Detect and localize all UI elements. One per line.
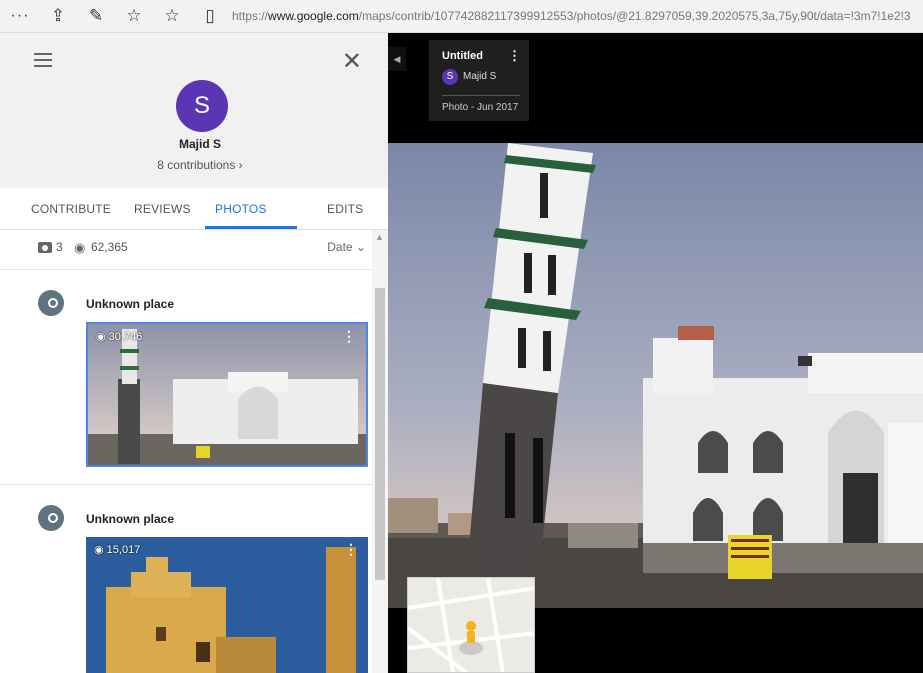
url-prefix: https:// — [232, 9, 269, 23]
scroll-thumb[interactable] — [375, 288, 385, 580]
map-graphic — [408, 578, 534, 672]
collapse-panel-button[interactable]: ◀ — [388, 47, 406, 71]
user-name: Majid S — [178, 137, 221, 151]
tab-edits[interactable]: EDITS — [327, 202, 363, 216]
mosque-photo-thumb — [88, 324, 366, 465]
profile-header: ✕ S Majid S 8 contributions › — [0, 33, 388, 188]
favorites-list-icon[interactable]: ☆ — [122, 6, 146, 26]
scroll-up-icon[interactable]: ▲ — [375, 232, 384, 242]
camera-icon — [38, 242, 52, 253]
more-vert-icon[interactable]: ⋮ — [342, 328, 356, 345]
more-vert-icon[interactable]: ⋮ — [508, 48, 521, 64]
pen-icon[interactable]: ✎ — [84, 6, 108, 26]
total-views: 62,365 — [91, 240, 128, 254]
author-name[interactable]: Majid S — [463, 71, 496, 82]
tab-contribute[interactable]: CONTRIBUTE — [31, 202, 111, 216]
list-item: Unknown place ◉ 15,017 ⋮ — [0, 485, 372, 673]
reading-view-icon[interactable]: ▯ — [198, 6, 222, 26]
photo-stats: 3 ◉ 62,365 Date ⌄ — [0, 230, 372, 270]
browser-toolbar: ··· ⇪ ✎ ☆ ☆ ▯ https://www.google.com/map… — [0, 0, 923, 33]
sort-dropdown[interactable]: Date ⌄ — [327, 240, 366, 254]
tab-bar: CONTRIBUTE REVIEWS PHOTOS EDITS — [0, 188, 388, 230]
photo-date: Photo - Jun 2017 — [442, 102, 519, 113]
building-photo-thumb — [86, 537, 368, 673]
place-pin-icon — [38, 505, 64, 531]
more-vert-icon[interactable]: ⋮ — [344, 541, 358, 558]
list-item: Unknown place ◉ 30,746 ⋮ — [0, 270, 372, 483]
mosque-photo[interactable] — [388, 143, 923, 608]
author-avatar[interactable]: S — [442, 69, 458, 85]
photo-views: ◉ 15,017 — [94, 544, 141, 556]
eye-icon: ◉ — [74, 240, 86, 255]
tab-reviews[interactable]: REVIEWS — [134, 202, 191, 216]
photo-views-value: 30,746 — [108, 331, 143, 343]
share-icon[interactable]: ⇪ — [46, 6, 70, 26]
divider — [442, 95, 520, 96]
avatar[interactable]: S — [176, 80, 228, 132]
contributor-panel: ✕ S Majid S 8 contributions › CONTRIBUTE… — [0, 33, 388, 673]
photo-count: 3 — [56, 240, 63, 254]
photo-viewer: ◀ Untitled ⋮ S Majid S Photo - Jun 2017 — [388, 33, 923, 673]
tab-photos[interactable]: PHOTOS — [215, 202, 267, 216]
active-tab-indicator — [205, 226, 297, 229]
mini-map[interactable] — [407, 577, 535, 673]
photo-thumbnail[interactable]: ◉ 30,746 ⋮ — [86, 322, 368, 467]
menu-icon[interactable] — [34, 53, 52, 71]
place-pin-icon — [38, 290, 64, 316]
address-bar[interactable]: https://www.google.com/maps/contrib/1077… — [232, 9, 911, 23]
place-name[interactable]: Unknown place — [86, 297, 174, 311]
photo-info-card: Untitled ⋮ S Majid S Photo - Jun 2017 — [429, 40, 529, 121]
close-icon[interactable]: ✕ — [342, 47, 362, 76]
url-path: /maps/contrib/107742882117399912553/phot… — [358, 9, 911, 23]
more-icon[interactable]: ··· — [8, 7, 32, 25]
place-name[interactable]: Unknown place — [86, 512, 174, 526]
favorite-star-icon[interactable]: ☆ — [160, 6, 184, 26]
photo-views-value: 15,017 — [106, 544, 141, 556]
contributions-link[interactable]: 8 contributions › — [0, 158, 388, 172]
pegman-icon — [466, 621, 476, 631]
photo-thumbnail[interactable]: ◉ 15,017 ⋮ — [86, 537, 368, 673]
scrollbar[interactable]: ▲ — [372, 230, 388, 673]
url-host: www.google.com — [268, 9, 359, 23]
photo-title: Untitled — [442, 50, 483, 62]
photo-views: ◉ 30,746 — [96, 331, 143, 343]
